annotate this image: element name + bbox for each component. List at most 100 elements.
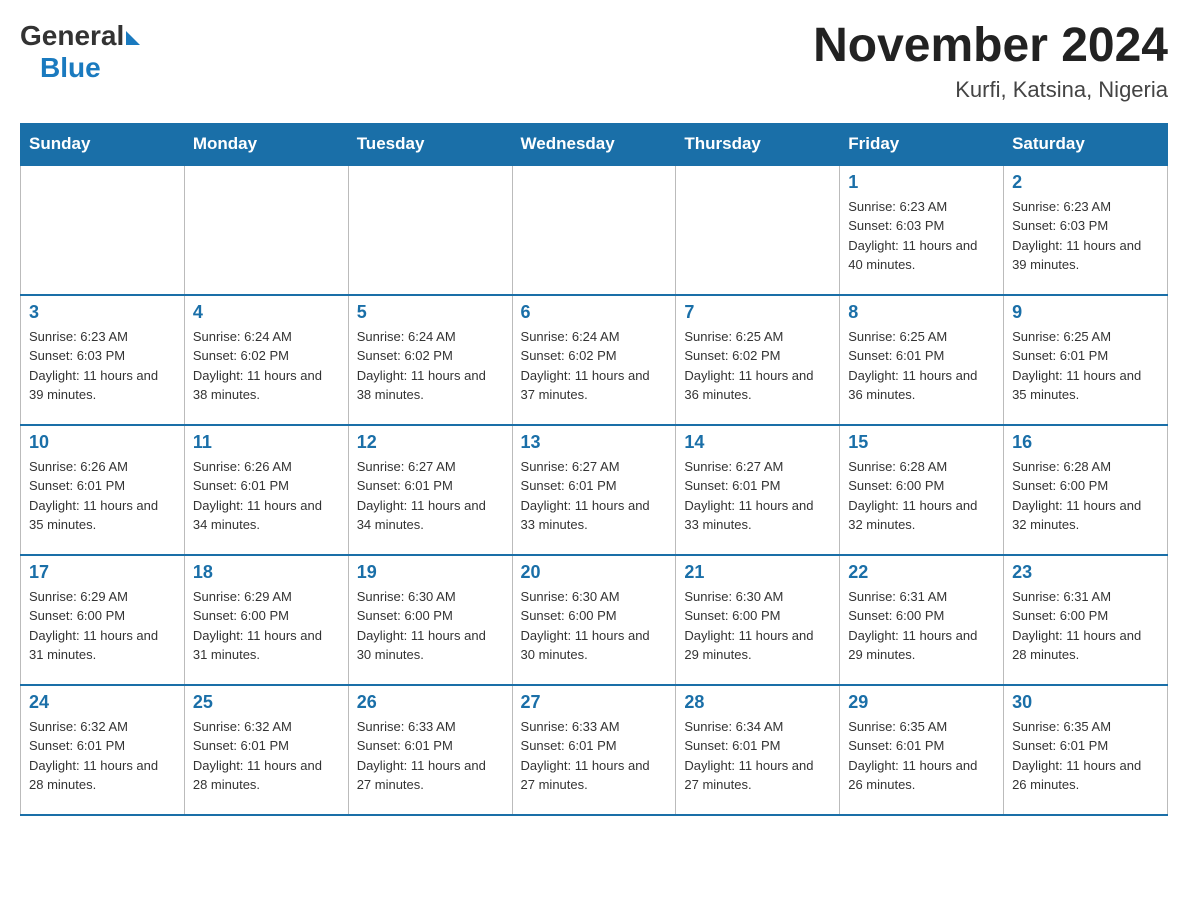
calendar-cell: 22Sunrise: 6:31 AM Sunset: 6:00 PM Dayli… [840, 555, 1004, 685]
day-number: 29 [848, 692, 995, 713]
calendar-cell: 21Sunrise: 6:30 AM Sunset: 6:00 PM Dayli… [676, 555, 840, 685]
logo-arrow-icon [126, 31, 140, 45]
day-info: Sunrise: 6:28 AM Sunset: 6:00 PM Dayligh… [1012, 457, 1159, 535]
day-info: Sunrise: 6:24 AM Sunset: 6:02 PM Dayligh… [521, 327, 668, 405]
day-number: 1 [848, 172, 995, 193]
day-info: Sunrise: 6:30 AM Sunset: 6:00 PM Dayligh… [521, 587, 668, 665]
page-header: General Blue November 2024 Kurfi, Katsin… [20, 20, 1168, 103]
day-info: Sunrise: 6:29 AM Sunset: 6:00 PM Dayligh… [29, 587, 176, 665]
day-info: Sunrise: 6:30 AM Sunset: 6:00 PM Dayligh… [357, 587, 504, 665]
day-number: 28 [684, 692, 831, 713]
calendar-cell [512, 165, 676, 295]
day-number: 6 [521, 302, 668, 323]
day-info: Sunrise: 6:23 AM Sunset: 6:03 PM Dayligh… [29, 327, 176, 405]
month-title: November 2024 [813, 20, 1168, 73]
header-saturday: Saturday [1004, 123, 1168, 165]
day-info: Sunrise: 6:27 AM Sunset: 6:01 PM Dayligh… [521, 457, 668, 535]
calendar-table: SundayMondayTuesdayWednesdayThursdayFrid… [20, 123, 1168, 816]
day-number: 30 [1012, 692, 1159, 713]
calendar-cell: 30 Sunrise: 6:35 AM Sunset: 6:01 PM Dayli… [1004, 685, 1168, 815]
day-number: 9 [1012, 302, 1159, 323]
day-number: 10 [29, 432, 176, 453]
calendar-cell [348, 165, 512, 295]
logo-general-text: General [20, 20, 124, 52]
calendar-cell: 7Sunrise: 6:25 AM Sunset: 6:02 PM Daylig… [676, 295, 840, 425]
calendar-cell: 16 Sunrise: 6:28 AM Sunset: 6:00 PM Dayli… [1004, 425, 1168, 555]
day-info: Sunrise: 6:25 AM Sunset: 6:01 PM Dayligh… [1012, 327, 1159, 405]
header-monday: Monday [184, 123, 348, 165]
calendar-week-row: 3 Sunrise: 6:23 AM Sunset: 6:03 PM Daylig… [21, 295, 1168, 425]
calendar-week-row: 10 Sunrise: 6:26 AM Sunset: 6:01 PM Dayli… [21, 425, 1168, 555]
day-number: 16 [1012, 432, 1159, 453]
calendar-cell: 17 Sunrise: 6:29 AM Sunset: 6:00 PM Dayli… [21, 555, 185, 685]
calendar-week-row: 24 Sunrise: 6:32 AM Sunset: 6:01 PM Dayli… [21, 685, 1168, 815]
day-info: Sunrise: 6:33 AM Sunset: 6:01 PM Dayligh… [357, 717, 504, 795]
calendar-cell: 13 Sunrise: 6:27 AM Sunset: 6:01 PM Dayli… [512, 425, 676, 555]
logo-blue-text: Blue [40, 52, 101, 84]
day-number: 11 [193, 432, 340, 453]
calendar-cell [21, 165, 185, 295]
header-tuesday: Tuesday [348, 123, 512, 165]
day-info: Sunrise: 6:25 AM Sunset: 6:01 PM Dayligh… [848, 327, 995, 405]
day-number: 25 [193, 692, 340, 713]
logo: General Blue [20, 20, 140, 84]
calendar-cell: 3 Sunrise: 6:23 AM Sunset: 6:03 PM Daylig… [21, 295, 185, 425]
day-info: Sunrise: 6:23 AM Sunset: 6:03 PM Dayligh… [848, 197, 995, 275]
calendar-week-row: 17 Sunrise: 6:29 AM Sunset: 6:00 PM Dayli… [21, 555, 1168, 685]
calendar-cell: 29 Sunrise: 6:35 AM Sunset: 6:01 PM Dayli… [840, 685, 1004, 815]
day-info: Sunrise: 6:31 AM Sunset: 6:00 PM Dayligh… [848, 587, 995, 665]
calendar-cell: 27Sunrise: 6:33 AM Sunset: 6:01 PM Dayli… [512, 685, 676, 815]
calendar-cell: 26 Sunrise: 6:33 AM Sunset: 6:01 PM Dayli… [348, 685, 512, 815]
calendar-week-row: 1 Sunrise: 6:23 AM Sunset: 6:03 PM Daylig… [21, 165, 1168, 295]
calendar-cell: 23Sunrise: 6:31 AM Sunset: 6:00 PM Dayli… [1004, 555, 1168, 685]
calendar-header-row: SundayMondayTuesdayWednesdayThursdayFrid… [21, 123, 1168, 165]
calendar-cell: 6 Sunrise: 6:24 AM Sunset: 6:02 PM Daylig… [512, 295, 676, 425]
calendar-cell: 8 Sunrise: 6:25 AM Sunset: 6:01 PM Daylig… [840, 295, 1004, 425]
day-info: Sunrise: 6:25 AM Sunset: 6:02 PM Dayligh… [684, 327, 831, 405]
day-info: Sunrise: 6:24 AM Sunset: 6:02 PM Dayligh… [357, 327, 504, 405]
day-info: Sunrise: 6:35 AM Sunset: 6:01 PM Dayligh… [848, 717, 995, 795]
day-info: Sunrise: 6:30 AM Sunset: 6:00 PM Dayligh… [684, 587, 831, 665]
calendar-cell: 20 Sunrise: 6:30 AM Sunset: 6:00 PM Dayli… [512, 555, 676, 685]
day-number: 24 [29, 692, 176, 713]
day-info: Sunrise: 6:24 AM Sunset: 6:02 PM Dayligh… [193, 327, 340, 405]
day-info: Sunrise: 6:29 AM Sunset: 6:00 PM Dayligh… [193, 587, 340, 665]
day-number: 13 [521, 432, 668, 453]
calendar-cell [184, 165, 348, 295]
calendar-header: SundayMondayTuesdayWednesdayThursdayFrid… [21, 123, 1168, 165]
location-text: Kurfi, Katsina, Nigeria [813, 77, 1168, 103]
day-number: 18 [193, 562, 340, 583]
calendar-cell: 14Sunrise: 6:27 AM Sunset: 6:01 PM Dayli… [676, 425, 840, 555]
day-number: 3 [29, 302, 176, 323]
day-info: Sunrise: 6:31 AM Sunset: 6:00 PM Dayligh… [1012, 587, 1159, 665]
day-info: Sunrise: 6:35 AM Sunset: 6:01 PM Dayligh… [1012, 717, 1159, 795]
day-number: 8 [848, 302, 995, 323]
title-area: November 2024 Kurfi, Katsina, Nigeria [813, 20, 1168, 103]
day-info: Sunrise: 6:23 AM Sunset: 6:03 PM Dayligh… [1012, 197, 1159, 275]
calendar-cell: 2 Sunrise: 6:23 AM Sunset: 6:03 PM Daylig… [1004, 165, 1168, 295]
day-number: 14 [684, 432, 831, 453]
calendar-cell: 9 Sunrise: 6:25 AM Sunset: 6:01 PM Daylig… [1004, 295, 1168, 425]
calendar-cell: 1 Sunrise: 6:23 AM Sunset: 6:03 PM Daylig… [840, 165, 1004, 295]
calendar-cell: 28Sunrise: 6:34 AM Sunset: 6:01 PM Dayli… [676, 685, 840, 815]
day-number: 19 [357, 562, 504, 583]
day-number: 26 [357, 692, 504, 713]
day-number: 15 [848, 432, 995, 453]
day-info: Sunrise: 6:33 AM Sunset: 6:01 PM Dayligh… [521, 717, 668, 795]
calendar-cell: 4 Sunrise: 6:24 AM Sunset: 6:02 PM Daylig… [184, 295, 348, 425]
day-number: 12 [357, 432, 504, 453]
day-info: Sunrise: 6:28 AM Sunset: 6:00 PM Dayligh… [848, 457, 995, 535]
day-info: Sunrise: 6:27 AM Sunset: 6:01 PM Dayligh… [357, 457, 504, 535]
calendar-cell: 19 Sunrise: 6:30 AM Sunset: 6:00 PM Dayli… [348, 555, 512, 685]
calendar-cell: 15 Sunrise: 6:28 AM Sunset: 6:00 PM Dayli… [840, 425, 1004, 555]
header-sunday: Sunday [21, 123, 185, 165]
day-number: 2 [1012, 172, 1159, 193]
day-info: Sunrise: 6:26 AM Sunset: 6:01 PM Dayligh… [193, 457, 340, 535]
day-info: Sunrise: 6:26 AM Sunset: 6:01 PM Dayligh… [29, 457, 176, 535]
day-info: Sunrise: 6:32 AM Sunset: 6:01 PM Dayligh… [29, 717, 176, 795]
day-number: 20 [521, 562, 668, 583]
calendar-cell: 5Sunrise: 6:24 AM Sunset: 6:02 PM Daylig… [348, 295, 512, 425]
day-number: 4 [193, 302, 340, 323]
day-number: 17 [29, 562, 176, 583]
header-friday: Friday [840, 123, 1004, 165]
